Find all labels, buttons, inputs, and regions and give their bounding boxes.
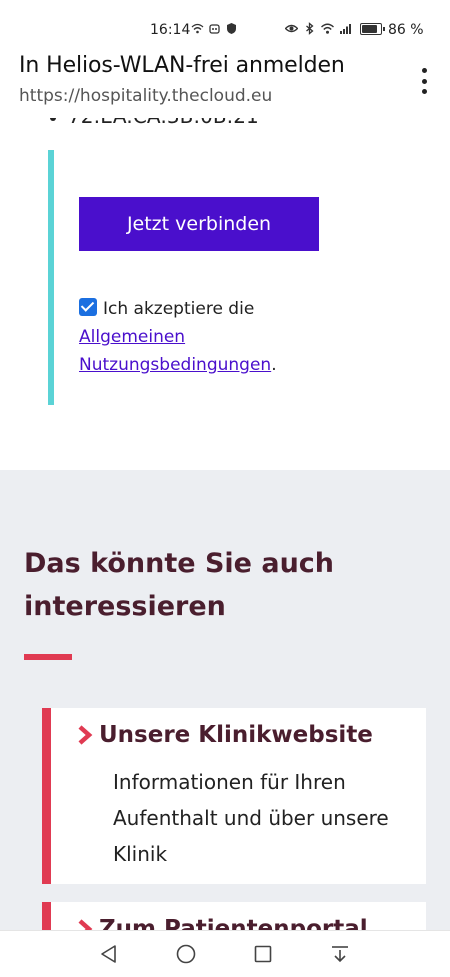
page-content[interactable]: 72:EA:CA:3B:0B:21 Jetzt verbinden Ich ak… <box>0 118 450 930</box>
back-icon[interactable] <box>98 943 120 965</box>
page-url[interactable]: https://hospitality.thecloud.eu <box>19 86 272 106</box>
interest-heading: Das könnte Sie auch interessieren <box>24 548 335 622</box>
interest-section: Das könnte Sie auch interessieren Unsere… <box>0 470 450 930</box>
bluetooth-icon <box>303 22 316 35</box>
list-bullet <box>50 118 56 121</box>
overflow-menu-icon[interactable] <box>414 68 434 94</box>
terms-suffix: . <box>271 355 277 375</box>
status-left-icons <box>191 22 238 35</box>
wifi-icon <box>321 22 334 35</box>
recent-apps-icon[interactable] <box>252 943 274 965</box>
terms-acceptance: Ich akzeptiere die Allgemeinen Nutzungsb… <box>79 295 349 379</box>
card-title: Unsere Klinikwebsite <box>99 722 373 748</box>
terms-link[interactable]: Allgemeinen Nutzungsbedingungen <box>79 327 271 375</box>
battery-fill <box>362 25 377 33</box>
connect-section: Jetzt verbinden Ich akzeptiere die Allge… <box>48 150 408 405</box>
mac-address-text: 72:EA:CA:3B:0B:21 <box>68 118 259 128</box>
wifi-small-icon <box>191 22 204 35</box>
card-clinic-website[interactable]: Unsere Klinikwebsite Informationen für I… <box>42 708 426 884</box>
lte-signal-icon <box>339 22 352 35</box>
navigation-bar <box>0 930 450 977</box>
card-title: Zum Patientenportal <box>99 916 368 930</box>
shield-icon <box>225 22 238 35</box>
chevron-right-icon <box>78 919 93 930</box>
page-title: In Helios-WLAN-frei anmelden <box>19 53 345 78</box>
card-patient-portal[interactable]: Zum Patientenportal <box>42 902 426 930</box>
heading-underline <box>24 654 72 660</box>
robot-icon <box>208 22 221 35</box>
home-icon[interactable] <box>175 943 197 965</box>
mac-address-item: 72:EA:CA:3B:0B:21 <box>50 118 259 128</box>
terms-checkbox[interactable] <box>79 298 97 316</box>
connect-button[interactable]: Jetzt verbinden <box>79 197 319 251</box>
eye-icon <box>284 22 299 35</box>
notification-pull-down-icon[interactable] <box>329 943 351 965</box>
terms-prefix: Ich akzeptiere die <box>103 299 255 319</box>
status-right-icons <box>284 22 352 35</box>
browser-title-bar: In Helios-WLAN-frei anmelden https://hos… <box>0 46 450 118</box>
battery-icon <box>360 23 385 35</box>
battery-percent: 86 % <box>388 22 424 38</box>
chevron-right-icon <box>78 725 93 745</box>
status-bar: 16:14 86 % <box>0 0 450 46</box>
status-time: 16:14 <box>150 22 191 38</box>
card-description: Informationen für Ihren Aufenthalt und ü… <box>113 770 389 866</box>
